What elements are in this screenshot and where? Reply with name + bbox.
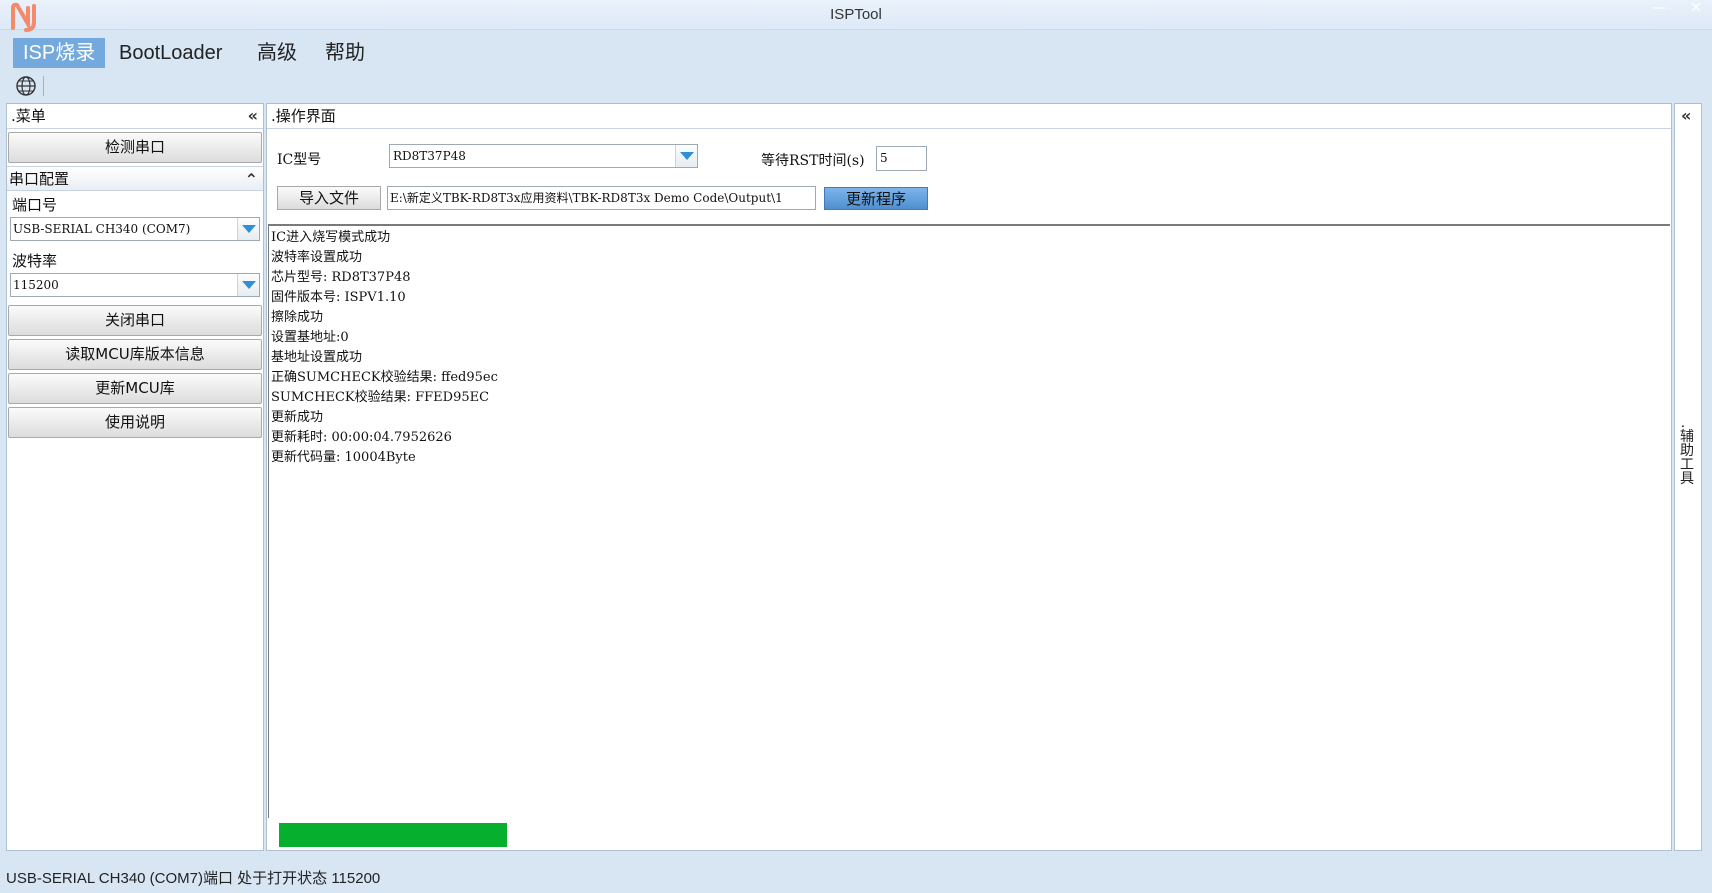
ic-model-select[interactable]: RD8T37P48 — [389, 144, 698, 168]
menu-help[interactable]: 帮助 — [315, 38, 375, 68]
log-line: IC进入烧写模式成功 — [271, 230, 391, 245]
ic-model-label: IC型号 — [277, 152, 322, 168]
log-line: 固件版本号: ISPV1.10 — [271, 290, 406, 305]
log-line: 更新耗时: 00:00:04.7952626 — [271, 430, 452, 445]
read-mcu-lib-button[interactable]: 读取MCU库版本信息 — [8, 339, 262, 370]
menu-panel-header: .菜单 « — [7, 104, 263, 129]
import-file-button[interactable]: 导入文件 — [277, 186, 381, 210]
toolbar-separator — [43, 76, 44, 96]
title-bar: ISPTool — ✕ — [0, 0, 1712, 32]
log-output[interactable]: IC进入烧写模式成功 波特率设置成功 芯片型号: RD8T37P48 固件版本号… — [268, 224, 1670, 818]
serial-config-title: 串口配置 — [9, 170, 70, 188]
progress-bar — [279, 823, 1661, 849]
log-line: 基地址设置成功 — [271, 350, 363, 365]
port-label: 端口号 — [12, 196, 58, 214]
operation-panel: .操作界面 IC型号 RD8T37P48 等待RST时间(s) 5 导入文件 E… — [266, 103, 1672, 851]
port-select[interactable]: USB-SERIAL CH340 (COM7) — [10, 217, 260, 241]
log-line: 擦除成功 — [271, 310, 324, 325]
file-path-field[interactable]: E:\新定义TBK-RD8T3x应用资料\TBK-RD8T3x Demo Cod… — [387, 186, 816, 210]
log-line: 更新代码量: 10004Byte — [271, 450, 416, 465]
close-button[interactable]: ✕ — [1681, 0, 1711, 18]
menu-panel: .菜单 « 检测串口 串口配置 ⌃ 端口号 USB-SERIAL CH340 (… — [6, 103, 264, 851]
log-line: 芯片型号: RD8T37P48 — [271, 270, 411, 285]
chevron-down-icon[interactable] — [237, 274, 259, 296]
baud-select-value: 115200 — [13, 278, 59, 292]
baud-select[interactable]: 115200 — [10, 273, 260, 297]
progress-fill — [279, 823, 508, 847]
instructions-button[interactable]: 使用说明 — [8, 407, 262, 438]
operation-panel-title: .操作界面 — [267, 104, 1671, 129]
port-select-value: USB-SERIAL CH340 (COM7) — [13, 222, 191, 236]
collapse-right-icon[interactable]: « — [1681, 106, 1696, 125]
rst-wait-label: 等待RST时间(s) — [761, 153, 865, 169]
log-line: 正确SUMCHECK校验结果: ffed95ec — [271, 370, 498, 385]
log-line: 波特率设置成功 — [271, 250, 363, 265]
menu-advanced[interactable]: 高级 — [247, 38, 307, 68]
log-line: 设置基地址:0 — [271, 330, 349, 345]
menu-bootloader[interactable]: BootLoader — [109, 38, 232, 68]
menu-bar: ISP烧录 BootLoader 高级 帮助 — [0, 34, 1712, 70]
status-bar: USB-SERIAL CH340 (COM7)端口 处于打开状态 115200 — [6, 870, 381, 887]
ic-model-value: RD8T37P48 — [393, 149, 466, 163]
baud-label: 波特率 — [12, 252, 58, 270]
chevron-up-icon[interactable]: ⌃ — [245, 167, 258, 192]
globe-icon[interactable] — [15, 75, 37, 97]
minimize-button[interactable]: — — [1644, 0, 1674, 18]
aux-tools-panel[interactable]: « .辅助工具 — [1674, 103, 1702, 851]
chevron-down-icon[interactable] — [675, 145, 697, 167]
menu-panel-title: .菜单 — [11, 107, 46, 125]
log-line: SUMCHECK校验结果: FFED95EC — [271, 390, 490, 405]
log-line: 更新成功 — [271, 410, 324, 425]
aux-tools-label: .辅助工具 — [1678, 424, 1694, 485]
detect-port-button[interactable]: 检测串口 — [8, 132, 262, 163]
menu-isp-burn[interactable]: ISP烧录 — [13, 38, 106, 68]
update-program-button[interactable]: 更新程序 — [824, 187, 928, 210]
update-mcu-lib-button[interactable]: 更新MCU库 — [8, 373, 262, 404]
rst-wait-input[interactable]: 5 — [876, 146, 927, 171]
chevron-down-icon[interactable] — [237, 218, 259, 240]
window-title: ISPTool — [830, 6, 882, 23]
collapse-left-icon[interactable]: « — [248, 104, 258, 128]
serial-config-section[interactable]: 串口配置 ⌃ — [7, 166, 263, 191]
close-port-button[interactable]: 关闭串口 — [8, 305, 262, 336]
